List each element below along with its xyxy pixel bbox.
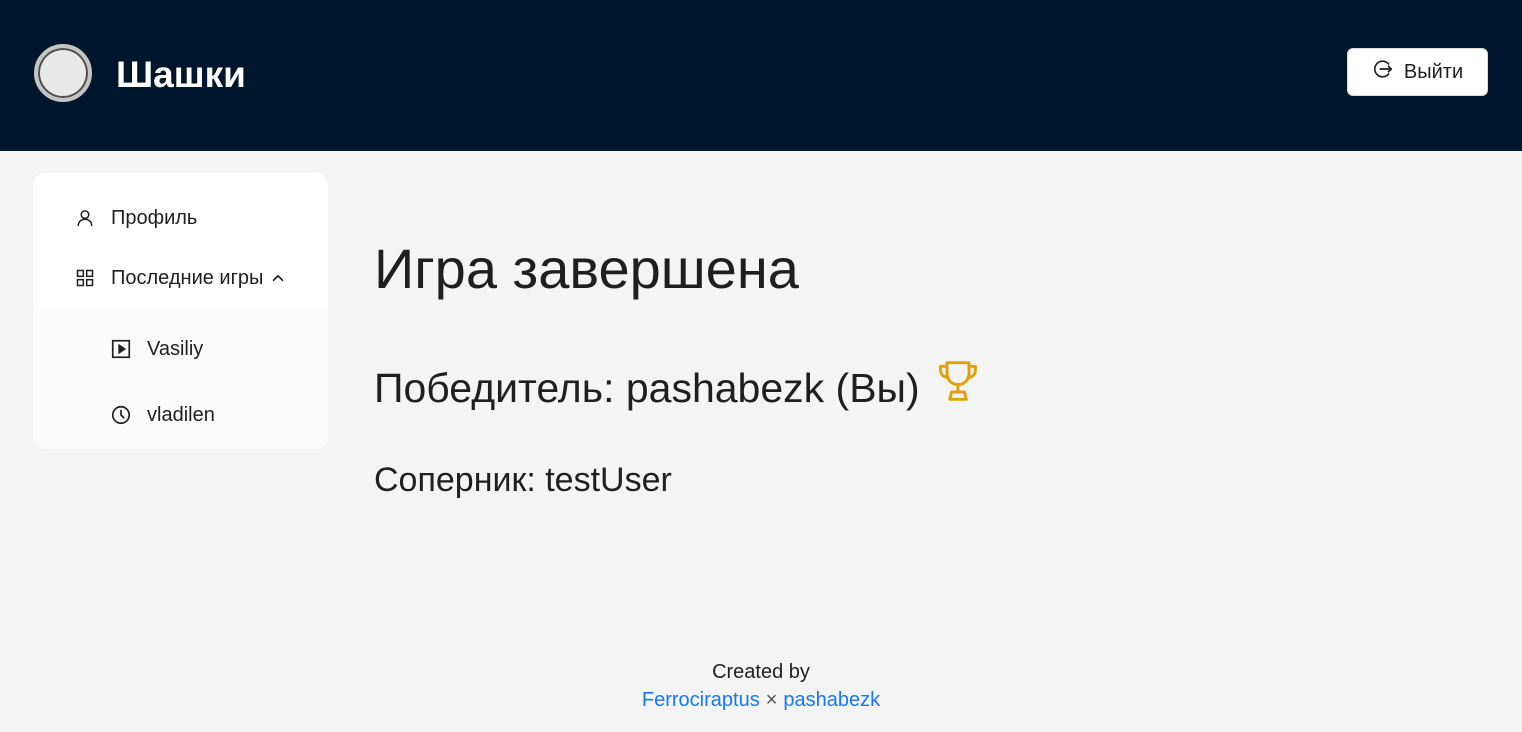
clock-icon <box>110 404 132 426</box>
sidebar-item-recent-games[interactable]: Последние игры <box>33 245 328 311</box>
logout-label: Выйти <box>1403 60 1464 83</box>
logout-button[interactable]: Выйти <box>1347 48 1488 96</box>
user-icon <box>75 208 95 228</box>
winner-line: Победитель: pashabezk (Вы) <box>374 358 980 417</box>
winner-text: Победитель: pashabezk (Вы) <box>374 364 920 411</box>
game-item-vladilen[interactable]: vladilen <box>33 382 328 448</box>
recent-games-submenu: Vasiliy vladilen <box>33 311 328 449</box>
game-item-label: Vasiliy <box>147 337 204 360</box>
grid-icon <box>75 268 95 288</box>
sidebar-item-label: Последние игры <box>111 266 264 289</box>
chevron-up-icon <box>271 271 285 285</box>
play-square-icon <box>110 338 132 360</box>
page-title: Игра завершена <box>374 237 799 300</box>
footer: Created by Ferrociraptus × pashabezk <box>0 658 1522 714</box>
sidebar-item-label: Профиль <box>111 206 198 229</box>
logo-avatar <box>34 44 92 102</box>
game-item-label: vladilen <box>147 403 215 426</box>
logout-icon <box>1372 58 1394 86</box>
author-link-ferrociraptus[interactable]: Ferrociraptus <box>642 689 760 711</box>
app-header: Шашки Выйти <box>0 0 1522 151</box>
footer-separator: × <box>765 689 778 711</box>
sidebar-item-profile[interactable]: Профиль <box>33 185 328 251</box>
trophy-icon <box>936 358 980 417</box>
opponent-text: Соперник: testUser <box>374 461 672 499</box>
sidebar-menu: Профиль Последние игры Vasiliy vladilen <box>33 173 328 449</box>
footer-created-by: Created by <box>712 661 810 683</box>
app-title: Шашки <box>116 54 246 95</box>
game-item-vasiliy[interactable]: Vasiliy <box>33 316 328 382</box>
author-link-pashabezk[interactable]: pashabezk <box>783 689 880 711</box>
footer-authors: Ferrociraptus × pashabezk <box>0 686 1522 714</box>
